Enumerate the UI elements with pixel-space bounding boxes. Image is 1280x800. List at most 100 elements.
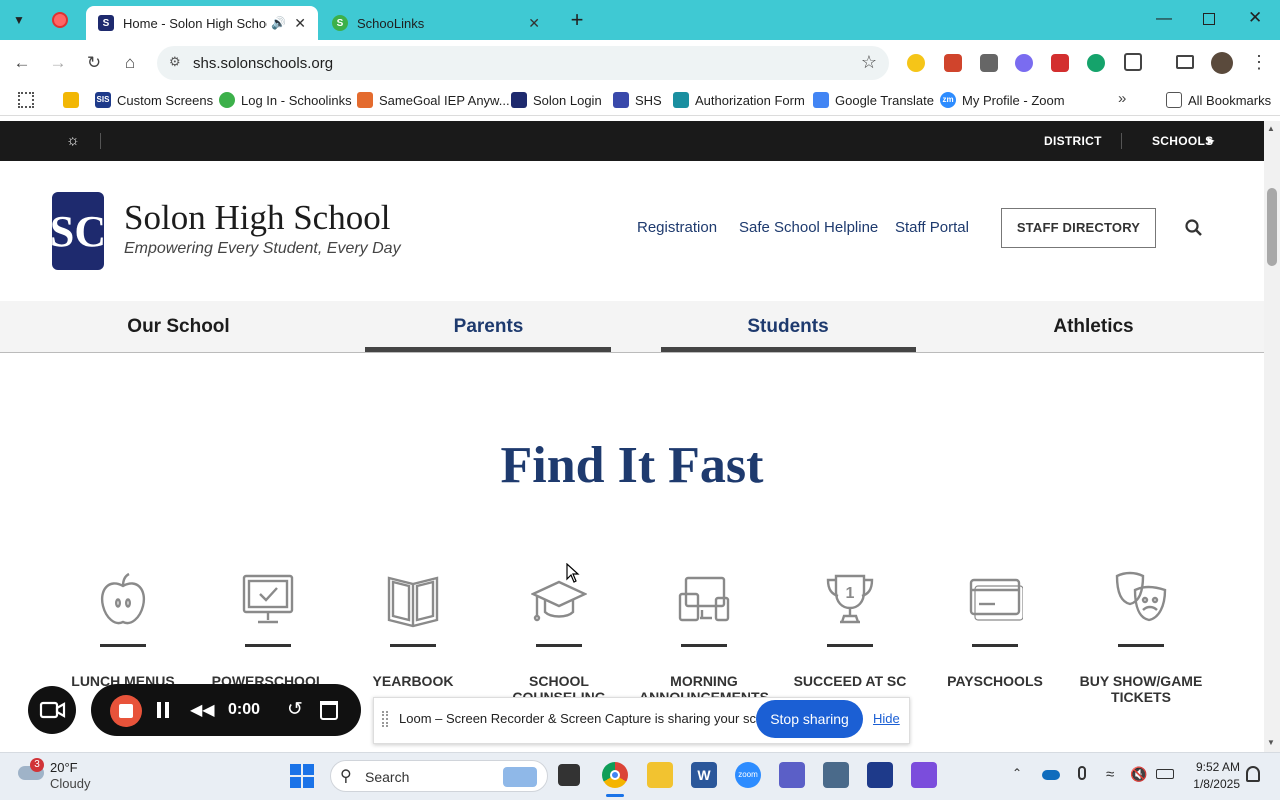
home-button[interactable]: ⌂ [116, 50, 144, 76]
bookmark-authorization-form[interactable]: Authorization Form [673, 90, 805, 110]
nav-parents[interactable]: Parents [366, 316, 611, 338]
scroll-down-icon[interactable]: ▼ [1267, 738, 1275, 747]
loom-camera-button[interactable] [28, 686, 76, 734]
scrollbar-thumb[interactable] [1267, 188, 1277, 266]
task-view-icon[interactable] [558, 764, 580, 786]
zoom-app-icon[interactable]: zoom [735, 762, 761, 788]
bookmark-custom-screens[interactable]: SIS Custom Screens [95, 90, 213, 110]
restart-icon[interactable]: ↺ [287, 698, 303, 721]
restore-button[interactable] [1203, 13, 1215, 25]
new-tab-button[interactable]: + [566, 8, 588, 32]
snipping-tool-icon[interactable] [867, 762, 893, 788]
pause-icon[interactable] [157, 702, 171, 720]
quick-link-powerschool[interactable]: POWERSCHOOL [203, 570, 333, 689]
extensions-puzzle-icon[interactable] [1124, 53, 1142, 71]
tab-search-chevron-icon[interactable]: ▼ [8, 10, 30, 30]
extension-pdf-icon[interactable] [1051, 54, 1069, 72]
scroll-up-icon[interactable]: ▲ [1267, 124, 1275, 133]
more-bookmarks-icon[interactable]: » [1118, 90, 1126, 107]
school-name[interactable]: Solon High School [124, 198, 390, 238]
translate-site-icon[interactable]: ☼ [66, 132, 80, 149]
microphone-icon[interactable] [1078, 766, 1086, 780]
quick-link-payschools[interactable]: PAYSCHOOLS [930, 570, 1060, 689]
onedrive-icon[interactable] [1042, 770, 1060, 780]
credit-card-icon [969, 578, 1023, 621]
bookmark-google-translate[interactable]: Google Translate [813, 90, 934, 110]
extension-grammarly-icon[interactable] [1087, 54, 1105, 72]
rewind-icon[interactable]: ◀◀ [190, 700, 215, 720]
recording-tab-icon[interactable] [52, 12, 68, 28]
zoom-app-label: zoom [738, 770, 758, 779]
teams-icon[interactable] [779, 762, 805, 788]
bookmark-schoolinks[interactable]: Log In - Schoolinks [219, 90, 352, 110]
nav-students[interactable]: Students [665, 316, 911, 338]
search-icon[interactable] [1184, 218, 1204, 238]
reload-button[interactable]: ↻ [80, 50, 108, 76]
chrome-icon[interactable] [602, 762, 628, 788]
all-bookmarks[interactable]: All Bookmarks [1166, 90, 1271, 110]
nav-our-school[interactable]: Our School [56, 316, 301, 338]
extension-red-book-icon[interactable] [944, 54, 962, 72]
quick-link-school-counseling[interactable]: SCHOOLCOUNSELING [494, 570, 624, 705]
clock[interactable]: 9:52 AM 1/8/2025 [1188, 760, 1240, 791]
loom-stop-recording-button[interactable] [110, 695, 142, 727]
registration-link[interactable]: Registration [637, 219, 717, 236]
mouse-cursor [566, 562, 580, 588]
bookmark-zoom-profile[interactable]: zm My Profile - Zoom [940, 90, 1065, 110]
quick-link-yearbook[interactable]: YEARBOOK [348, 570, 478, 689]
forward-button[interactable]: → [44, 50, 72, 76]
notification-bell-icon[interactable] [1246, 766, 1260, 782]
extension-grid-icon[interactable] [980, 54, 998, 72]
hide-banner-link[interactable]: Hide [873, 711, 900, 726]
divider [681, 644, 727, 647]
cast-icon[interactable] [1176, 55, 1194, 69]
file-explorer-icon[interactable] [647, 762, 673, 788]
back-button[interactable]: ← [8, 50, 36, 76]
show-hidden-icons-chevron[interactable]: ⌃ [1012, 766, 1022, 780]
weather-widget[interactable]: 3 20°F Cloudy [16, 758, 126, 796]
nav-athletics[interactable]: Athletics [971, 316, 1216, 338]
taskbar-search[interactable]: ⚲ Search [330, 760, 548, 792]
quick-link-lunch-menus[interactable]: LUNCH MENUS [58, 570, 188, 689]
bookmark-classroom[interactable] [63, 90, 85, 110]
close-tab-icon[interactable]: ✕ [294, 15, 306, 32]
site-info-icon[interactable]: ⚙ [169, 54, 181, 70]
school-logo[interactable]: SC [50, 190, 106, 272]
calculator-icon[interactable] [823, 762, 849, 788]
schools-link[interactable]: SCHOOLS [1152, 134, 1213, 148]
clipchamp-icon[interactable] [911, 762, 937, 788]
extension-yellow-icon[interactable] [907, 54, 925, 72]
bookmark-star-icon[interactable]: ☆ [861, 52, 877, 73]
start-button[interactable] [290, 764, 314, 788]
close-window-button[interactable]: ✕ [1248, 8, 1268, 30]
staff-portal-link[interactable]: Staff Portal [895, 219, 969, 236]
district-link[interactable]: DISTRICT [1044, 134, 1102, 148]
minimize-button[interactable]: — [1156, 10, 1174, 30]
wifi-icon[interactable]: ≈ [1106, 766, 1114, 783]
volume-muted-icon[interactable]: 🔇 [1130, 766, 1147, 783]
divider [100, 133, 101, 149]
bookmark-samegoal[interactable]: SameGoal IEP Anyw... [357, 90, 510, 110]
bookmark-shs[interactable]: SHS [613, 90, 662, 110]
extension-flower-icon[interactable] [1015, 54, 1033, 72]
quick-link-succeed-at-sc[interactable]: 1 SUCCEED AT SC [785, 570, 915, 689]
profile-avatar[interactable] [1211, 52, 1233, 74]
tab-solon-high-school[interactable]: S Home - Solon High School 🔊 ✕ [86, 6, 318, 40]
word-icon[interactable]: W [691, 762, 717, 788]
battery-icon[interactable] [1156, 769, 1174, 779]
safe-school-helpline-link[interactable]: Safe School Helpline [739, 219, 878, 236]
quick-link-morning-announcements[interactable]: MORNINGANNOUNCEMENTS [639, 570, 769, 705]
stop-sharing-button[interactable]: Stop sharing [756, 700, 863, 738]
bookmark-solon-login[interactable]: Solon Login [511, 90, 602, 110]
svg-text:1: 1 [846, 585, 855, 602]
close-tab-icon[interactable]: ✕ [528, 15, 540, 32]
tab-title: SchooLinks [357, 15, 425, 31]
address-bar[interactable]: ⚙ shs.solonschools.org ☆ [157, 46, 889, 80]
staff-directory-button[interactable]: STAFF DIRECTORY [1001, 208, 1156, 248]
apps-grid-icon[interactable] [18, 92, 34, 108]
drag-handle-icon[interactable] [382, 711, 388, 727]
browser-menu-icon[interactable]: ⋮ [1250, 52, 1268, 73]
trash-icon[interactable] [320, 701, 338, 720]
quick-link-buy-tickets[interactable]: BUY SHOW/GAME TICKETS [1076, 570, 1206, 705]
tab-schoolinks[interactable]: S SchooLinks ✕ [320, 6, 552, 40]
